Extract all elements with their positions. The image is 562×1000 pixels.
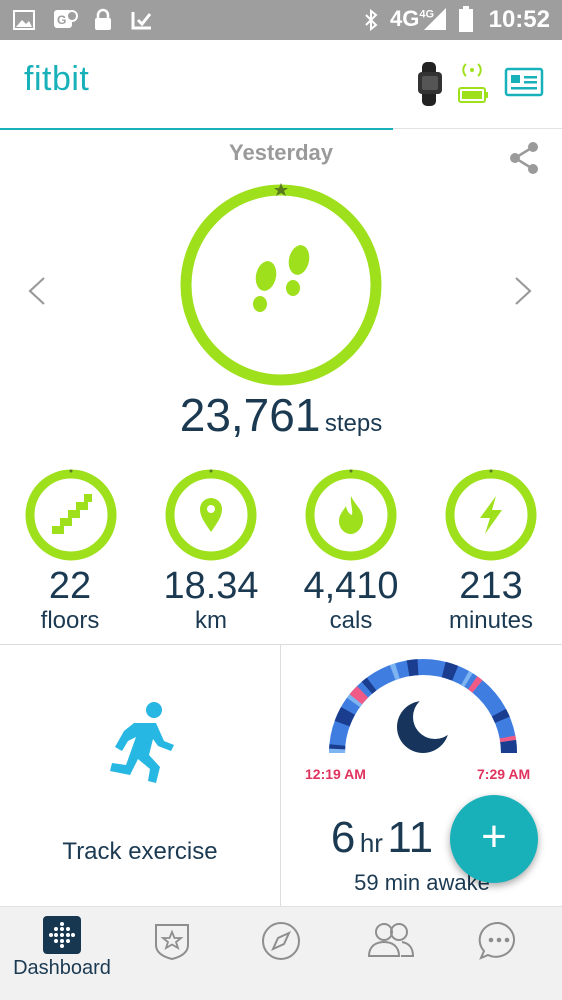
sleep-minutes: 11 bbox=[387, 813, 434, 862]
maps-notification-icon: G bbox=[54, 10, 78, 28]
bluetooth-icon bbox=[365, 8, 378, 32]
chat-bubble-icon bbox=[478, 921, 515, 960]
active-minutes-value: 213 bbox=[459, 565, 523, 607]
calories-unit: cals bbox=[329, 607, 373, 634]
app-header: fitbit bbox=[0, 40, 562, 130]
dashboard-grid-icon bbox=[43, 916, 81, 954]
header-underline bbox=[0, 128, 393, 130]
lightning-icon bbox=[480, 496, 502, 534]
floors-stat[interactable]: 22 floors bbox=[0, 566, 140, 636]
nav-discover[interactable] bbox=[236, 907, 348, 1000]
signal-icon bbox=[424, 8, 446, 30]
challenges-badge-icon bbox=[155, 924, 189, 961]
active-minutes-unit: minutes bbox=[448, 607, 534, 634]
nav-community[interactable] bbox=[348, 907, 460, 1000]
next-day-chevron-icon[interactable] bbox=[512, 276, 534, 306]
download-check-icon bbox=[131, 12, 152, 30]
nav-dashboard-label: Dashboard bbox=[13, 957, 111, 979]
floors-value: 22 bbox=[48, 565, 92, 607]
bottom-navigation: Dashboard bbox=[0, 906, 562, 1000]
moon-icon bbox=[397, 695, 457, 753]
account-card-icon[interactable] bbox=[504, 66, 544, 98]
previous-day-chevron-icon[interactable] bbox=[26, 276, 48, 306]
add-button[interactable]: + bbox=[450, 795, 538, 883]
steps-unit: steps bbox=[324, 410, 383, 437]
calories-ring[interactable] bbox=[304, 468, 398, 562]
nav-messages[interactable] bbox=[450, 907, 562, 1000]
floors-unit: floors bbox=[40, 607, 100, 634]
track-exercise-card[interactable]: Track exercise bbox=[0, 645, 280, 906]
floors-ring[interactable] bbox=[24, 468, 118, 562]
flame-icon bbox=[339, 496, 364, 534]
distance-unit: km bbox=[195, 607, 227, 634]
track-exercise-label: Track exercise bbox=[62, 838, 218, 865]
sync-battery-icon bbox=[458, 63, 488, 103]
status-bar: G 4G4G 10:52 bbox=[0, 0, 562, 40]
sleep-hours: 6 bbox=[330, 813, 356, 862]
share-icon[interactable] bbox=[508, 141, 540, 175]
sleep-hours-unit: hr bbox=[359, 828, 383, 858]
battery-icon bbox=[459, 6, 473, 32]
nav-challenges[interactable] bbox=[124, 907, 236, 1000]
nav-dashboard[interactable]: Dashboard bbox=[0, 907, 124, 1000]
running-figure-icon bbox=[110, 702, 174, 783]
day-label: Yesterday bbox=[229, 140, 333, 165]
fitbit-logo: fitbit bbox=[24, 60, 90, 98]
friends-icon bbox=[367, 923, 415, 957]
active-minutes-stat[interactable]: 213 minutes bbox=[421, 566, 561, 636]
calories-value: 4,410 bbox=[303, 565, 399, 607]
distance-stat[interactable]: 18.34 km bbox=[141, 566, 281, 636]
sleep-end-time: 7:29 AM bbox=[477, 766, 531, 782]
sleep-arc-chart bbox=[329, 659, 517, 754]
svg-text:G: G bbox=[57, 13, 66, 27]
stairs-icon bbox=[52, 494, 92, 534]
plus-icon: + bbox=[481, 812, 507, 861]
distance-ring[interactable] bbox=[164, 468, 258, 562]
calories-stat[interactable]: 4,410 cals bbox=[281, 566, 421, 636]
clock: 10:52 bbox=[488, 6, 550, 33]
location-pin-icon bbox=[200, 498, 222, 532]
steps-goal-ring[interactable] bbox=[178, 180, 384, 386]
tracker-device-icon[interactable] bbox=[414, 62, 446, 106]
active-minutes-ring[interactable] bbox=[444, 468, 538, 562]
image-notification-icon bbox=[13, 10, 35, 30]
sleep-start-time: 12:19 AM bbox=[305, 766, 366, 782]
header-divider bbox=[393, 128, 562, 129]
steps-count[interactable]: 23,761 steps bbox=[0, 388, 562, 442]
compass-icon bbox=[262, 922, 300, 960]
lock-icon bbox=[95, 8, 111, 30]
footsteps-icon bbox=[253, 245, 310, 312]
distance-value: 18.34 bbox=[163, 565, 259, 607]
steps-value: 23,761 bbox=[179, 389, 321, 441]
